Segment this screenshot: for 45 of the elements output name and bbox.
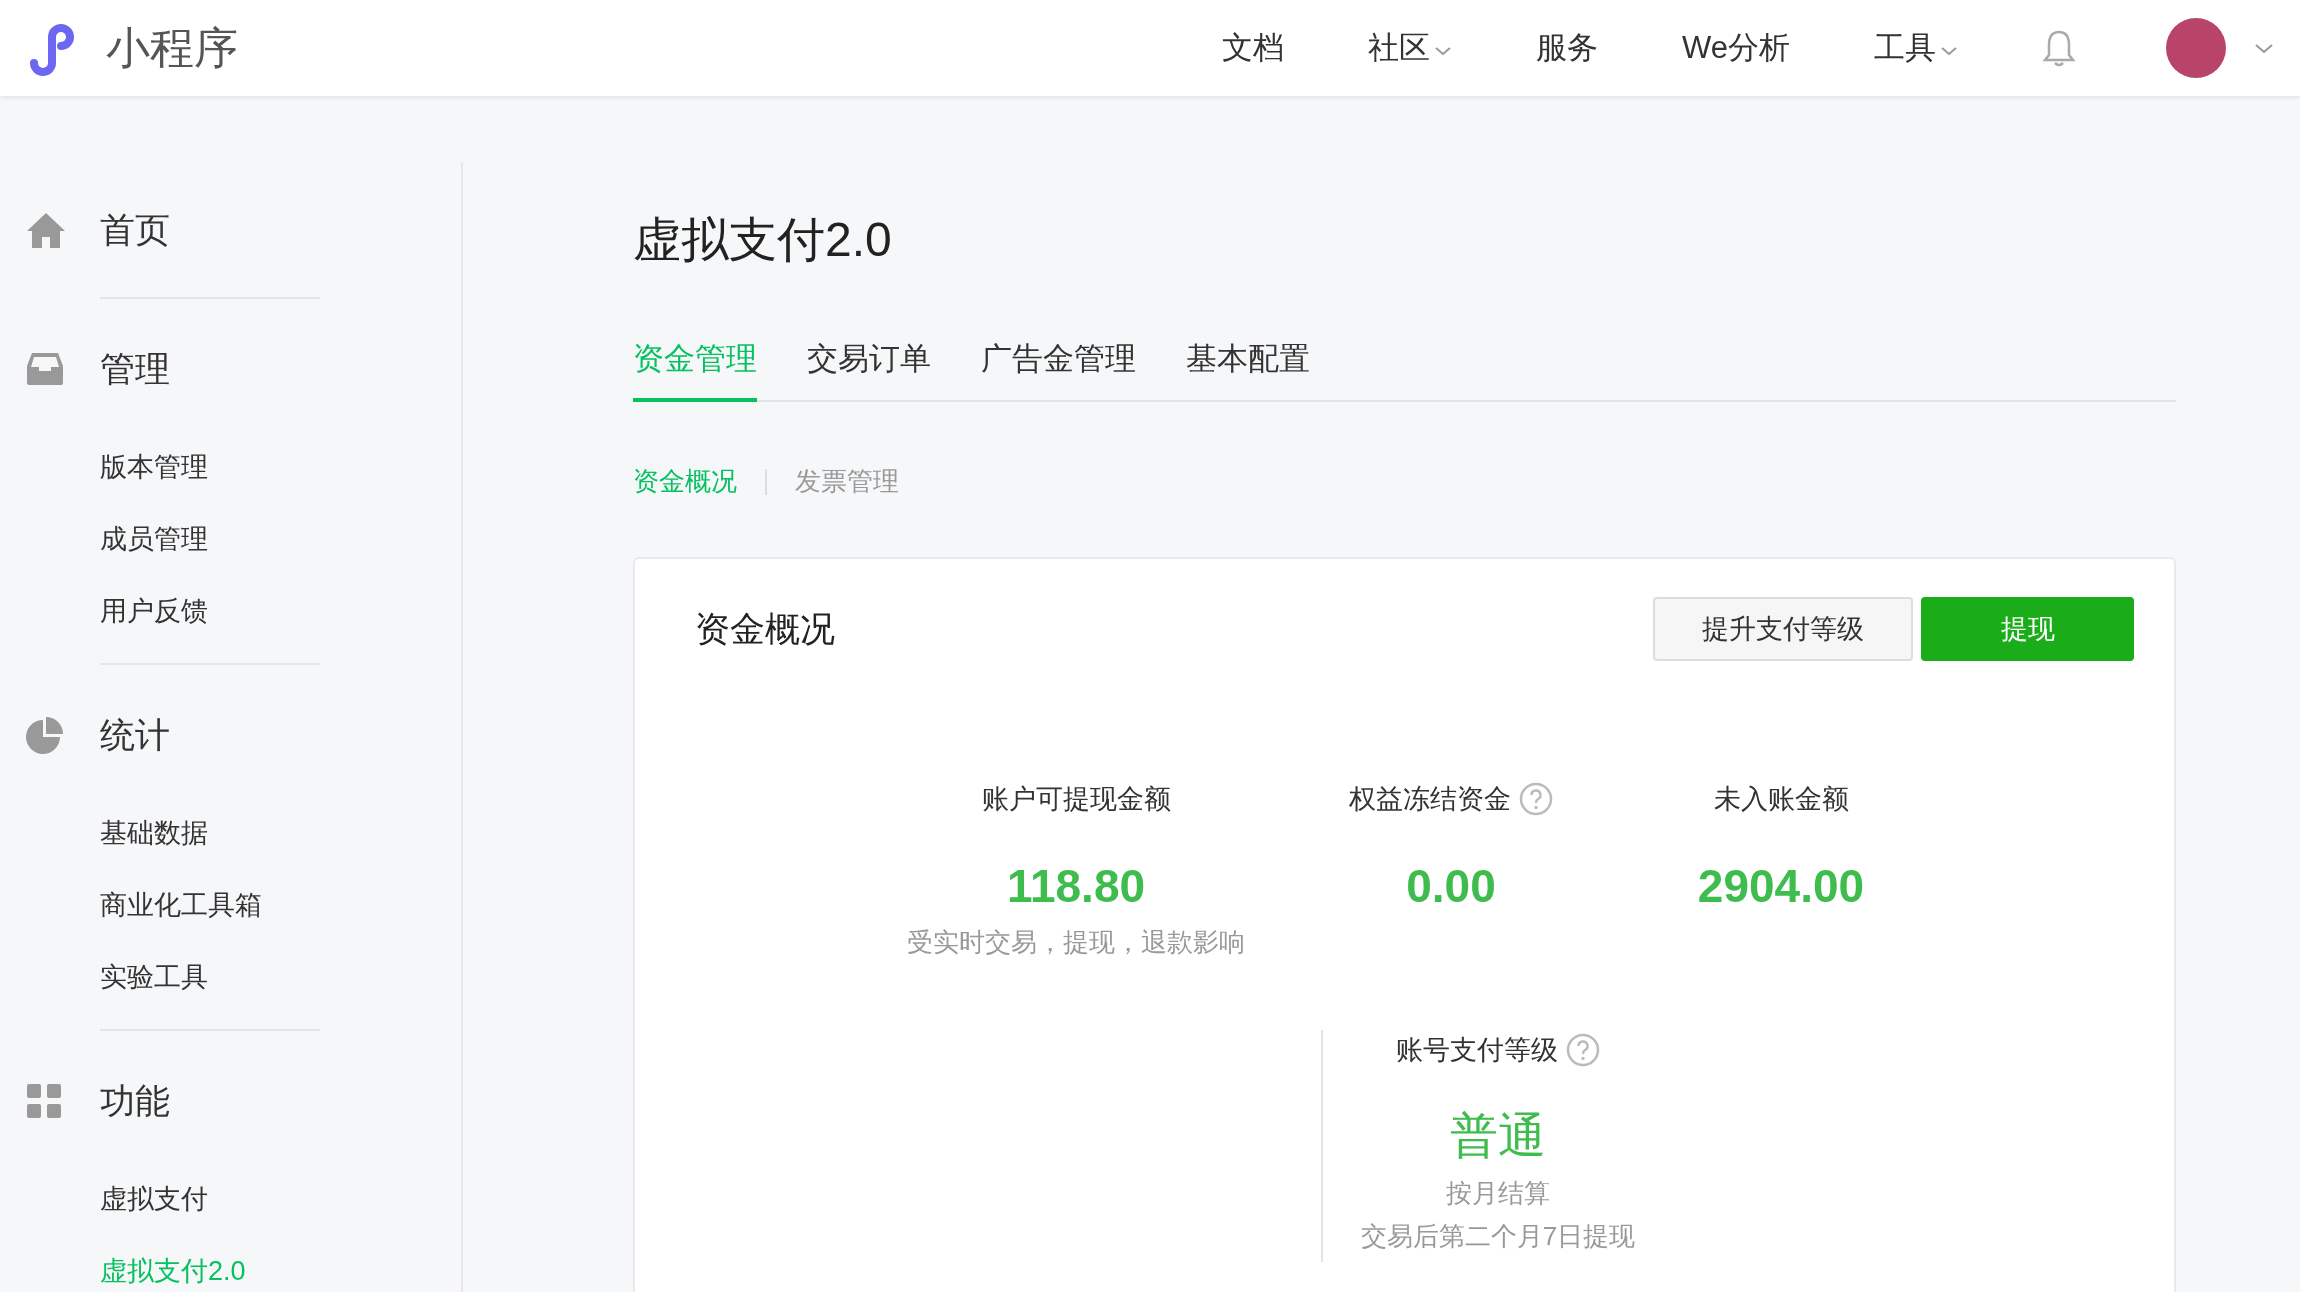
sidebar-section[interactable]: 管理: [100, 345, 170, 393]
stat-value: 0.00: [1406, 859, 1496, 913]
sidebar-item[interactable]: 基础数据: [100, 797, 208, 869]
sidebar-section[interactable]: 首页: [100, 206, 170, 254]
sidebar-item[interactable]: 版本管理: [100, 431, 208, 503]
level-note: 按月结算: [1446, 1177, 1550, 1210]
caret-icon: [1434, 45, 1453, 57]
stat-value: 2904.00: [1697, 859, 1865, 913]
nav-link[interactable]: 工具: [1874, 27, 1958, 69]
pie-chart-icon: [26, 716, 64, 754]
level-value: 普通: [1450, 1108, 1546, 1164]
stat-label: 账户可提现金额: [981, 783, 1171, 816]
stat-label: 权益冻结资金: [1349, 783, 1511, 816]
grid-icon: [26, 1083, 62, 1119]
caret-icon: [1940, 45, 1958, 57]
nav-link[interactable]: 文档: [1222, 27, 1285, 69]
stat-value: 118.80: [1006, 859, 1146, 913]
sidebar-section[interactable]: 统计: [100, 711, 170, 759]
tab[interactable]: 基本配置: [1186, 338, 1310, 402]
card-title: 资金概况: [695, 607, 835, 650]
nav-link[interactable]: 社区: [1368, 27, 1453, 69]
nav-link[interactable]: We分析: [1682, 27, 1790, 69]
help-icon[interactable]: [1519, 782, 1553, 816]
sidebar-item[interactable]: 虚拟支付: [100, 1163, 208, 1235]
sidebar-item[interactable]: 用户反馈: [100, 575, 208, 647]
avatar[interactable]: [2166, 18, 2226, 78]
notification-bell-icon[interactable]: [2042, 29, 2076, 67]
level-label: 账号支付等级: [1396, 1034, 1558, 1067]
sidebar-item[interactable]: 实验工具: [100, 941, 208, 1013]
help-icon[interactable]: [1566, 1033, 1600, 1067]
inbox-icon: [26, 352, 64, 386]
level-note: 交易后第二个月7日提现: [1360, 1220, 1636, 1253]
sidebar-section[interactable]: 功能: [100, 1077, 170, 1125]
sidebar-item[interactable]: 商业化工具箱: [100, 869, 262, 941]
tab[interactable]: 广告金管理: [981, 338, 1136, 402]
nav-link[interactable]: 服务: [1536, 27, 1599, 69]
action-button[interactable]: 提升支付等级: [1653, 597, 1913, 661]
stat-note: 受实时交易，提现，退款影响: [907, 926, 1245, 959]
logo-text: 小程序: [106, 21, 238, 74]
stat-label: 未入账金额: [1713, 783, 1849, 816]
home-icon: [26, 211, 66, 249]
sidebar-item[interactable]: 成员管理: [100, 503, 208, 575]
tab[interactable]: 交易订单: [807, 338, 931, 402]
page-title: 虚拟支付2.0: [633, 212, 893, 268]
caret-icon[interactable]: [2254, 41, 2274, 55]
